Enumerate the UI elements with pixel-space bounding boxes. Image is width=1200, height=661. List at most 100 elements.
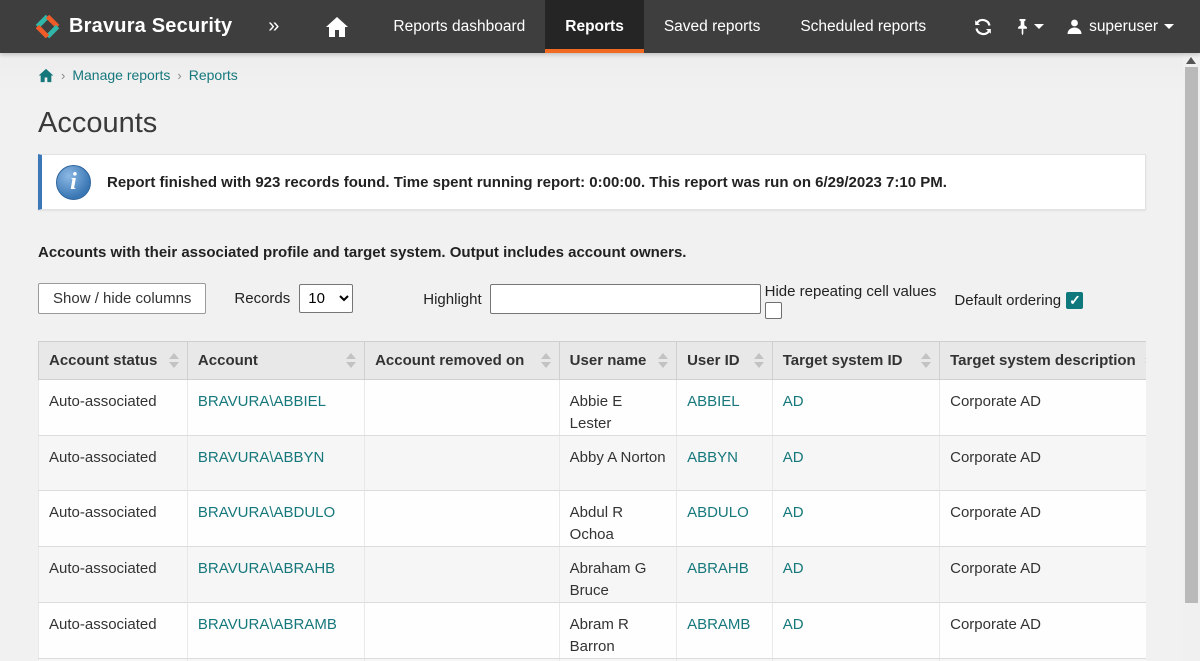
account-link[interactable]: BRAVURA\ABRAMB	[198, 616, 337, 633]
column-header-account-status[interactable]: Account status	[39, 342, 188, 380]
tab-reports-dashboard[interactable]: Reports dashboard	[373, 0, 545, 53]
cell-text: Auto-associated	[49, 393, 157, 410]
collapse-menu-icon[interactable]: »	[246, 0, 301, 53]
refresh-button[interactable]	[973, 17, 993, 37]
target-system-id-link[interactable]: AD	[783, 393, 804, 410]
table-row: Auto-associated BRAVURA\ABBYN Abby A Norto…	[39, 436, 1147, 491]
records-select[interactable]: 10	[299, 284, 353, 313]
scrollbar-thumb[interactable]	[1185, 67, 1198, 603]
cell-target-system-description: Corporate AD	[940, 547, 1146, 603]
cell-account-removed-on	[365, 491, 560, 547]
sort-icon[interactable]	[541, 353, 551, 368]
column-header-target-system-description[interactable]: Target system description	[940, 342, 1146, 380]
cell-text: Auto-associated	[49, 449, 157, 466]
cell-text: Abdul R Ochoa	[570, 504, 623, 543]
column-header-label: Target system description	[950, 352, 1136, 369]
column-header-target-system-id[interactable]: Target system ID	[772, 342, 939, 380]
account-link[interactable]: BRAVURA\ABDULO	[198, 504, 335, 521]
target-system-id-link[interactable]: AD	[783, 560, 804, 577]
report-table: Account statusAccountAccount removed on U…	[38, 341, 1146, 661]
nav-tabs: Reports dashboard Reports Saved reports …	[373, 0, 946, 53]
table-header: Account statusAccountAccount removed on U…	[39, 342, 1147, 380]
account-link[interactable]: BRAVURA\ABBYN	[198, 449, 324, 466]
cell-account-removed-on	[365, 380, 560, 436]
scrollbar-up-arrow-icon[interactable]	[1186, 57, 1196, 64]
column-header-label: User name	[570, 352, 647, 369]
tab-reports[interactable]: Reports	[545, 0, 644, 53]
breadcrumb-reports[interactable]: Reports	[189, 67, 238, 83]
sort-icon[interactable]	[346, 353, 356, 368]
cell-user-id: ABDULO	[677, 491, 773, 547]
cell-text: Corporate AD	[950, 449, 1041, 466]
cell-account-removed-on	[365, 436, 560, 491]
report-description: Accounts with their associated profile a…	[38, 244, 1146, 261]
report-status-text: Report finished with 923 records found. …	[107, 174, 947, 191]
hide-repeating-checkbox[interactable]	[765, 302, 782, 319]
table-row: Auto-associated BRAVURA\ABBIEL Abbie E Les…	[39, 380, 1147, 436]
report-status-alert: i Report finished with 923 records found…	[38, 154, 1146, 210]
cell-account-status: Auto-associated	[39, 547, 188, 603]
user-icon	[1066, 18, 1083, 35]
home-button[interactable]	[301, 0, 373, 53]
sort-icon[interactable]	[1145, 353, 1146, 368]
vertical-scrollbar[interactable]	[1183, 53, 1200, 661]
tab-scheduled-reports[interactable]: Scheduled reports	[780, 0, 946, 53]
cell-account-removed-on	[365, 603, 560, 659]
cell-text: Abram R Barron	[570, 616, 629, 655]
table-row: Auto-associatedBRAVURA\ABRAMBAbram R Bar…	[39, 603, 1147, 659]
cell-account-status: Auto-associated	[39, 380, 188, 436]
records-label: Records	[234, 290, 290, 307]
username-label: superuser	[1089, 18, 1158, 36]
user-id-link[interactable]: ABRAMB	[687, 616, 750, 633]
cell-account: BRAVURA\ABBYN	[187, 436, 364, 491]
default-ordering-label: Default ordering	[954, 292, 1061, 309]
breadcrumb: › Manage reports › Reports	[0, 53, 1200, 93]
top-navbar: Bravura Security » Reports dashboard Rep…	[0, 0, 1200, 53]
user-menu[interactable]: superuser	[1066, 18, 1174, 36]
cell-target-system-description: Corporate AD	[940, 380, 1146, 436]
breadcrumb-separator: ›	[61, 68, 65, 83]
cell-account-status: Auto-associated	[39, 436, 188, 491]
target-system-id-link[interactable]: AD	[783, 504, 804, 521]
user-id-link[interactable]: ABBIEL	[687, 393, 740, 410]
tab-saved-reports[interactable]: Saved reports	[644, 0, 781, 53]
cell-target-system-id: AD	[772, 547, 939, 603]
account-link[interactable]: BRAVURA\ABBIEL	[198, 393, 326, 410]
brand-logo[interactable]: Bravura Security	[0, 0, 246, 53]
user-id-link[interactable]: ABRAHB	[687, 560, 749, 577]
breadcrumb-home-icon[interactable]	[38, 68, 54, 83]
cell-account-status: Auto-associated	[39, 491, 188, 547]
cell-user-name: Abram R Barron	[559, 603, 676, 659]
default-ordering-checkbox[interactable]	[1066, 292, 1083, 309]
target-system-id-link[interactable]: AD	[783, 449, 804, 466]
cell-text: Corporate AD	[950, 504, 1041, 521]
sort-icon[interactable]	[658, 353, 668, 368]
cell-text: Auto-associated	[49, 560, 157, 577]
column-header-account[interactable]: Account	[187, 342, 364, 380]
cell-target-system-id: AD	[772, 436, 939, 491]
refresh-icon	[973, 17, 993, 37]
hide-repeating-label: Hide repeating cell values	[765, 283, 937, 300]
column-header-user-name[interactable]: User name	[559, 342, 676, 380]
highlight-label: Highlight	[423, 291, 481, 308]
chevron-down-icon	[1034, 24, 1044, 29]
sort-icon[interactable]	[169, 353, 179, 368]
target-system-id-link[interactable]: AD	[783, 616, 804, 633]
user-id-link[interactable]: ABBYN	[687, 449, 738, 466]
column-header-account-removed-on[interactable]: Account removed on	[365, 342, 560, 380]
user-id-link[interactable]: ABDULO	[687, 504, 749, 521]
cell-account: BRAVURA\ABRAHB	[187, 547, 364, 603]
cell-text: Abbie E Lester	[570, 393, 623, 432]
highlight-input[interactable]	[490, 284, 761, 314]
sort-icon[interactable]	[921, 353, 931, 368]
cell-user-name: Abby A Norton	[559, 436, 676, 491]
cell-user-name: Abdul R Ochoa	[559, 491, 676, 547]
show-hide-columns-button[interactable]: Show / hide columns	[38, 283, 206, 314]
account-link[interactable]: BRAVURA\ABRAHB	[198, 560, 335, 577]
pin-menu-button[interactable]	[1015, 18, 1044, 36]
cell-text: Abby A Norton	[570, 449, 666, 466]
column-header-user-id[interactable]: User ID	[677, 342, 773, 380]
breadcrumb-manage-reports[interactable]: Manage reports	[72, 67, 170, 83]
table-controls: Show / hide columns Records 10 Highlight…	[38, 283, 1146, 327]
sort-icon[interactable]	[754, 353, 764, 368]
